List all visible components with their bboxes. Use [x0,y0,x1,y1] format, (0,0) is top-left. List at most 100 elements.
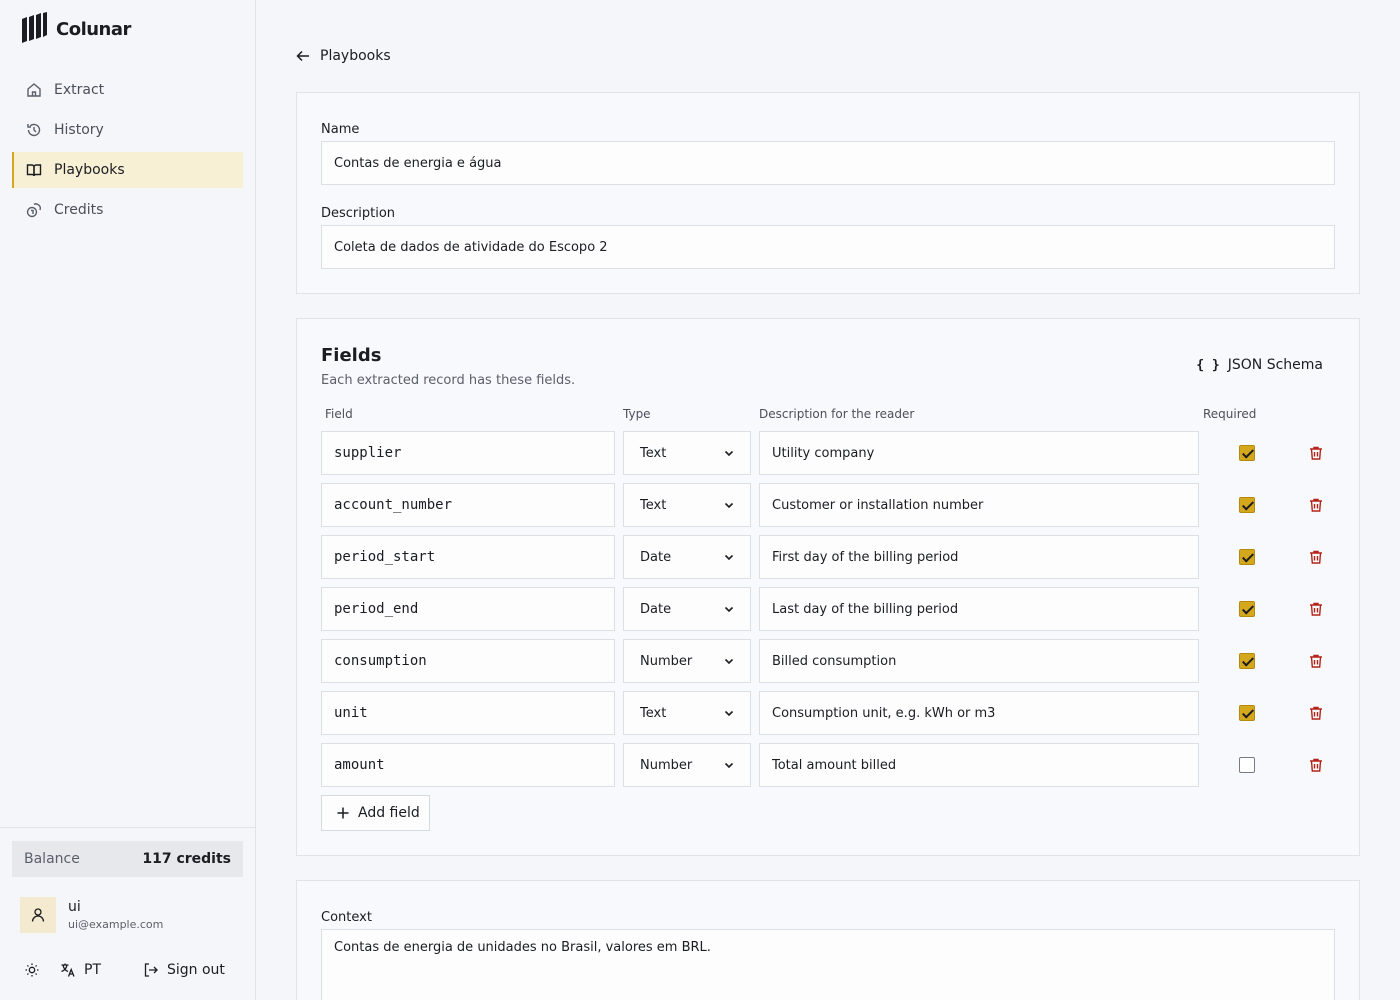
field-row: Text [321,483,1341,527]
required-checkbox[interactable] [1239,445,1255,461]
language-label: PT [84,962,101,978]
field-type-value: Number [640,757,693,773]
theme-toggle[interactable] [24,962,40,978]
field-type-select[interactable]: Text [623,431,751,475]
nav-label-extract: Extract [54,82,105,98]
add-field-label: Add field [358,805,420,821]
required-checkbox[interactable] [1239,653,1255,669]
sign-out-button[interactable]: Sign out [143,962,225,978]
field-type-select[interactable]: Date [623,535,751,579]
field-description-input[interactable] [759,743,1199,787]
name-label: Name [321,122,360,137]
json-schema-button[interactable]: { } JSON Schema [1196,357,1323,373]
sun-icon [25,963,39,977]
user-icon [31,908,45,922]
trash-icon[interactable] [1308,445,1324,461]
balance-value: 117 credits [142,851,231,867]
home-icon [27,83,41,97]
field-type-select[interactable]: Number [623,743,751,787]
field-row: Text [321,431,1341,475]
name-input[interactable] [321,141,1335,185]
sidebar: Colunar Extract History Playbooks Credit… [0,0,256,1000]
trash-icon[interactable] [1308,757,1324,773]
sign-out-label: Sign out [167,962,225,978]
trash-icon[interactable] [1308,497,1324,513]
header-type: Type [623,407,651,421]
back-to-playbooks-link[interactable]: Playbooks [296,48,391,64]
field-row: Number [321,639,1341,683]
chevron-down-icon [724,762,734,769]
context-textarea[interactable]: Contas de energia de unidades no Brasil,… [321,929,1335,1000]
trash-icon[interactable] [1308,705,1324,721]
field-description-input[interactable] [759,431,1199,475]
field-type-select[interactable]: Text [623,483,751,527]
nav-item-credits[interactable]: Credits [12,192,243,228]
required-checkbox[interactable] [1239,497,1255,513]
field-type-value: Number [640,653,693,669]
brand-name: Colunar [56,18,131,40]
nav-label-playbooks: Playbooks [54,162,125,178]
coins-icon [26,203,41,218]
fields-title: Fields [321,345,382,366]
field-description-input[interactable] [759,691,1199,735]
chevron-down-icon [724,606,734,613]
user-name: ui [68,899,81,915]
description-label: Description [321,206,396,221]
field-row: Text [321,691,1341,735]
nav-item-history[interactable]: History [12,112,243,148]
translate-icon [61,963,75,977]
field-name-input[interactable] [321,743,615,787]
field-type-select[interactable]: Date [623,587,751,631]
book-icon [26,164,42,177]
nav-label-credits: Credits [54,202,104,218]
description-input[interactable] [321,225,1335,269]
language-toggle[interactable]: PT [60,962,101,978]
json-schema-label: JSON Schema [1227,357,1323,373]
user-profile[interactable]: ui ui@example.com [20,897,163,933]
field-row: Number [321,743,1341,787]
header-field: Field [325,407,353,421]
field-name-input[interactable] [321,431,615,475]
trash-icon[interactable] [1308,653,1324,669]
trash-icon[interactable] [1308,601,1324,617]
required-checkbox[interactable] [1239,549,1255,565]
required-checkbox[interactable] [1239,757,1255,773]
chevron-down-icon [724,554,734,561]
field-description-input[interactable] [759,535,1199,579]
field-name-input[interactable] [321,639,615,683]
field-description-input[interactable] [759,483,1199,527]
field-type-value: Date [640,549,672,565]
field-description-input[interactable] [759,587,1199,631]
field-type-value: Text [640,445,667,461]
sidebar-footer: Balance 117 credits ui ui@example.com PT… [0,827,255,1000]
brand[interactable]: Colunar [20,12,131,46]
field-type-select[interactable]: Text [623,691,751,735]
field-name-input[interactable] [321,691,615,735]
nav-item-playbooks[interactable]: Playbooks [12,152,243,188]
field-name-input[interactable] [321,587,615,631]
sign-out-icon [144,963,158,977]
nav-label-history: History [54,122,104,138]
fields-card: Fields Each extracted record has these f… [296,318,1360,856]
field-description-input[interactable] [759,639,1199,683]
trash-icon[interactable] [1308,549,1324,565]
field-name-input[interactable] [321,483,615,527]
user-email: ui@example.com [68,918,164,931]
field-type-value: Text [640,705,667,721]
context-label: Context [321,910,372,925]
chevron-down-icon [724,502,734,509]
chevron-down-icon [724,710,734,717]
sidebar-actions: PT Sign out [24,962,225,978]
required-checkbox[interactable] [1239,601,1255,617]
field-type-select[interactable]: Number [623,639,751,683]
required-checkbox[interactable] [1239,705,1255,721]
nav-item-extract[interactable]: Extract [12,72,243,108]
header-description: Description for the reader [759,407,915,421]
add-field-button[interactable]: Add field [321,795,430,831]
avatar [20,897,56,933]
fields-subtitle: Each extracted record has these fields. [321,373,576,388]
main-nav: Extract History Playbooks Credits [12,72,243,232]
field-name-input[interactable] [321,535,615,579]
main-content: Playbooks Name Description Fields Each e… [256,0,1400,1000]
plus-icon [337,807,349,819]
